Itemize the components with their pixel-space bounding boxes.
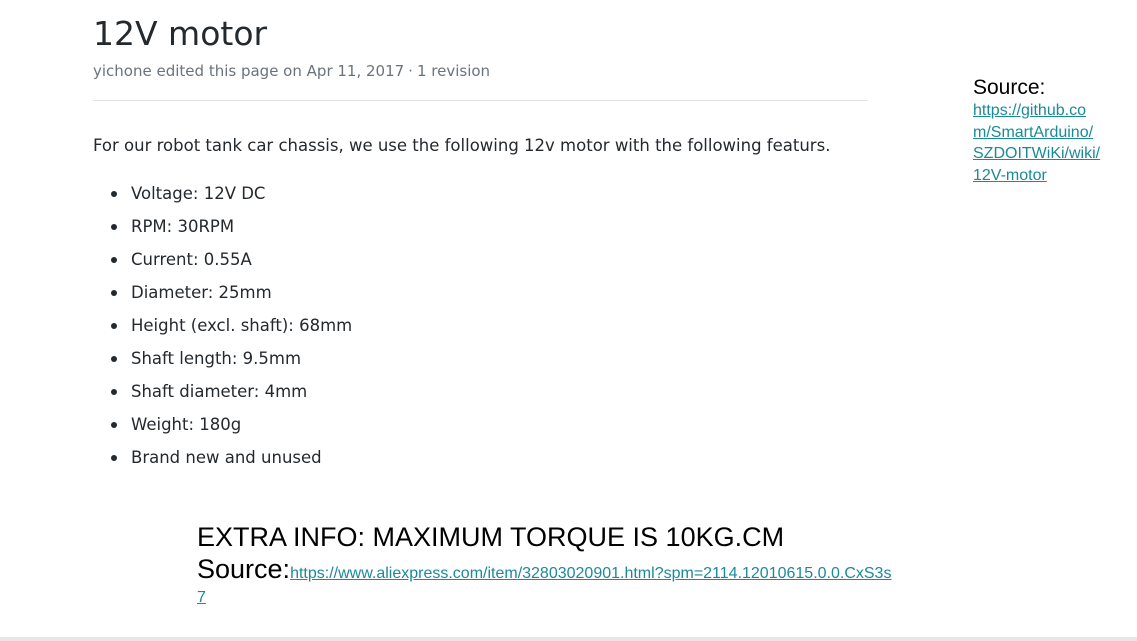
revision-link[interactable]: 1 revision — [417, 62, 490, 80]
edited-text: edited this page on — [156, 62, 302, 80]
feature-text: Weight: 180g — [131, 415, 242, 434]
bullet-icon — [111, 455, 117, 461]
feature-item: Weight: 180g — [93, 408, 352, 441]
page-meta: yichone edited this page on Apr 11, 2017… — [93, 60, 490, 82]
feature-text: Current: 0.55A — [131, 250, 252, 269]
bullet-icon — [111, 257, 117, 263]
editor-name[interactable]: yichone — [93, 62, 152, 80]
feature-text: Voltage: 12V DC — [131, 184, 266, 203]
title-divider — [93, 100, 868, 101]
feature-item: Current: 0.55A — [93, 243, 352, 276]
bullet-icon — [111, 422, 117, 428]
intro-paragraph: For our robot tank car chassis, we use t… — [93, 136, 831, 155]
feature-item: Shaft diameter: 4mm — [93, 375, 352, 408]
feature-text: Height (excl. shaft): 68mm — [131, 316, 353, 335]
side-source-link[interactable]: https://github.com/SmartArduino/SZDOITWi… — [973, 100, 1101, 186]
feature-text: Brand new and unused — [131, 448, 322, 467]
bullet-icon — [111, 356, 117, 362]
meta-separator: · — [408, 62, 413, 80]
feature-text: Diameter: 25mm — [131, 283, 272, 302]
side-source-label: Source: — [973, 76, 1046, 99]
page-title: 12V motor — [93, 14, 268, 53]
side-source: Source: https://github.com/SmartArduino/… — [973, 76, 1108, 186]
edit-date: Apr 11, 2017 — [306, 62, 405, 80]
bullet-icon — [111, 389, 117, 395]
bottom-source-link[interactable]: https://www.aliexpress.com/item/32803020… — [197, 565, 891, 606]
bottom-border — [0, 637, 1137, 641]
feature-item: Voltage: 12V DC — [93, 177, 352, 210]
feature-item: Shaft length: 9.5mm — [93, 342, 352, 375]
bullet-icon — [111, 191, 117, 197]
bottom-source-label: Source: — [197, 554, 291, 584]
feature-text: RPM: 30RPM — [131, 217, 235, 236]
feature-list: Voltage: 12V DC RPM: 30RPM Current: 0.55A D… — [93, 177, 352, 474]
feature-item: Height (excl. shaft): 68mm — [93, 309, 352, 342]
extra-info-text: EXTRA INFO: MAXIMUM TORQUE IS 10KG.CM — [197, 522, 785, 552]
bullet-icon — [111, 290, 117, 296]
feature-text: Shaft length: 9.5mm — [131, 349, 302, 368]
feature-item: Brand new and unused — [93, 441, 352, 474]
feature-text: Shaft diameter: 4mm — [131, 382, 308, 401]
feature-item: Diameter: 25mm — [93, 276, 352, 309]
bottom-source: Source:https://www.aliexpress.com/item/3… — [197, 554, 897, 610]
bullet-icon — [111, 323, 117, 329]
bullet-icon — [111, 224, 117, 230]
feature-item: RPM: 30RPM — [93, 210, 352, 243]
